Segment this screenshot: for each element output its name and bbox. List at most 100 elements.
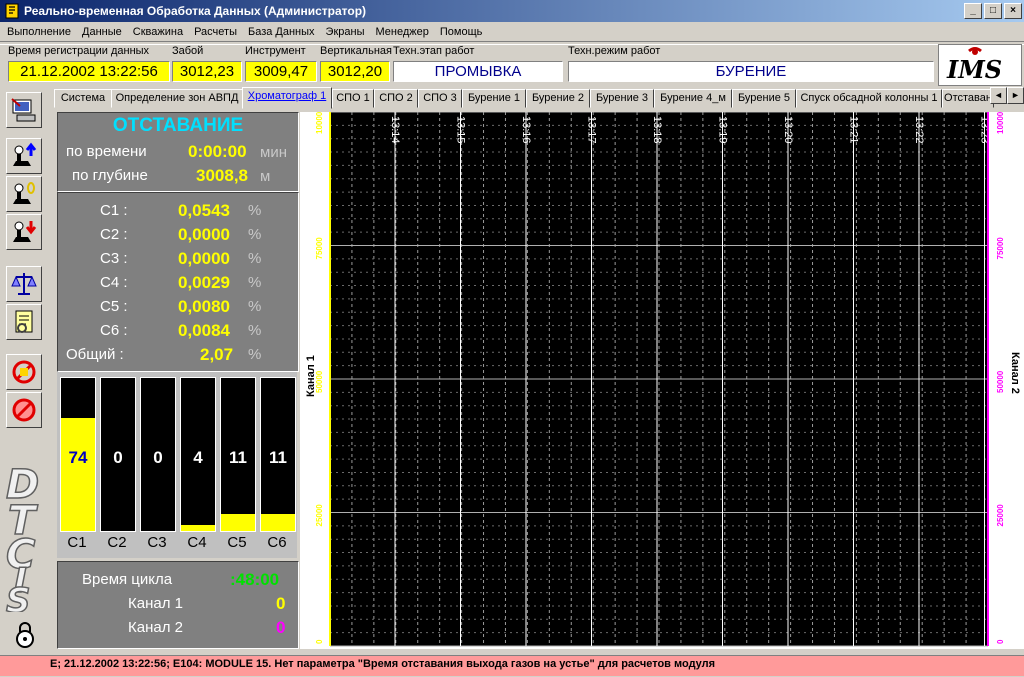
- tab-lag[interactable]: Отставан: [942, 89, 994, 108]
- bar-c6-label: C6: [267, 534, 287, 551]
- logo-text: IMS: [946, 55, 1002, 84]
- driller-up-button[interactable]: [6, 138, 42, 174]
- gas-total-value: 2,07: [200, 345, 234, 364]
- gas-c6-unit: %: [248, 322, 262, 339]
- bar-c1-value: 74: [68, 448, 88, 467]
- reg-time-label: Время регистрации данных: [8, 45, 150, 57]
- x-tick-label: 13:15: [455, 116, 467, 144]
- y-tick-label-left: 100000: [315, 112, 324, 134]
- minimize-button[interactable]: _: [964, 3, 982, 19]
- tab-spo-2[interactable]: СПО 2: [374, 89, 418, 108]
- gas-c5-label: C5 :: [100, 298, 128, 315]
- lag-depth-unit: м: [260, 168, 271, 185]
- tab-drilling-3[interactable]: Бурение 3: [590, 89, 654, 108]
- bar-c2-value: 0: [113, 448, 123, 467]
- gas-c1-label: C1 :: [100, 202, 128, 219]
- menu-manager[interactable]: Менеджер: [368, 26, 432, 38]
- stage-label: Техн.этап работ: [393, 45, 475, 57]
- tab-chromatograph-1[interactable]: Хроматограф 1: [242, 87, 332, 109]
- bar-c6-fill: [261, 514, 295, 531]
- tab-drilling-1[interactable]: Бурение 1: [462, 89, 526, 108]
- y-tick-label-right: 75000: [996, 237, 1005, 260]
- tab-casing-run-1[interactable]: Спуск обсадной колонны 1: [796, 89, 942, 108]
- mode-value: БУРЕНИЕ: [568, 61, 934, 82]
- scales-button[interactable]: [6, 266, 42, 302]
- driller-up-icon: [13, 142, 37, 166]
- dtcis-logo: D T C I S: [5, 462, 40, 612]
- menu-data[interactable]: Данные: [75, 26, 126, 38]
- y-tick-label-left: 0: [315, 639, 324, 644]
- menu-help[interactable]: Помощь: [433, 26, 487, 38]
- bottom-label: Забой: [172, 45, 204, 57]
- tab-spo-1[interactable]: СПО 1: [332, 89, 374, 108]
- menu-run[interactable]: Выполнение: [0, 26, 75, 38]
- tab-system[interactable]: Система: [54, 89, 112, 108]
- bar-c4-label: C4: [187, 534, 207, 551]
- channel-1-label: Канал 1: [128, 595, 183, 612]
- x-tick-label: 13:18: [651, 116, 663, 144]
- gas-c3-label: C3 :: [100, 250, 128, 267]
- tab-scroll-left-icon[interactable]: ◄: [990, 87, 1007, 104]
- company-logo: IMS: [938, 44, 1022, 86]
- tool-label: Инструмент: [245, 45, 306, 57]
- tab-drilling-2[interactable]: Бурение 2: [526, 89, 590, 108]
- gas-c2-label: C2 :: [100, 226, 128, 243]
- no-alarm-button[interactable]: [6, 354, 42, 390]
- menu-bar: Выполнение Данные Скважина Расчеты База …: [0, 22, 1024, 41]
- menu-calculations[interactable]: Расчеты: [187, 26, 241, 38]
- tab-scroll-right-icon[interactable]: ►: [1007, 87, 1024, 104]
- lag-panel: ОТСТАВАНИЕ по времени 0:00:00 мин по глу…: [57, 112, 299, 192]
- y-tick-label-right: 25000: [996, 504, 1005, 527]
- driller-down-button[interactable]: [6, 214, 42, 250]
- bar-c5: 11: [220, 377, 256, 532]
- stage-value: ПРОМЫВКА: [393, 61, 563, 82]
- no-sound-icon: [12, 398, 36, 422]
- y-tick-label-right: 0: [996, 639, 1005, 644]
- gas-panel: C1 : 0,0543 % C2 : 0,0000 % C3 : 0,0000 …: [57, 192, 299, 372]
- maximize-button[interactable]: □: [984, 3, 1002, 19]
- computer-icon-button[interactable]: [6, 92, 42, 128]
- bar-c4: 4: [180, 377, 216, 532]
- menu-well[interactable]: Скважина: [126, 26, 187, 38]
- bar-c4-value: 4: [193, 448, 203, 467]
- cycle-time-label: Время цикла: [82, 571, 173, 588]
- computer-icon: [11, 98, 36, 122]
- window-title: Реально-временная Обработка Данных (Адми…: [24, 4, 367, 18]
- document-tool-icon: [15, 310, 33, 333]
- document-tool-button[interactable]: [6, 304, 42, 340]
- tab-avpd[interactable]: Определение зон АВПД: [111, 89, 243, 108]
- bar-c6-value: 11: [269, 448, 287, 467]
- close-button[interactable]: ×: [1004, 3, 1022, 19]
- bar-c3: 0: [140, 377, 176, 532]
- reg-time-value: 21.12.2002 13:22:56: [8, 61, 170, 82]
- info-header: Время регистрации данных 21.12.2002 13:2…: [0, 44, 940, 84]
- mode-label: Техн.режим работ: [568, 45, 661, 57]
- bar-c6: 11: [260, 377, 296, 532]
- channel-2-value: 0: [276, 618, 286, 637]
- gas-bar-indicators: 74 0 0 4 11 11 C1 C2 C3 C4 C5 C6: [57, 372, 297, 558]
- tab-drilling-4m[interactable]: Бурение 4_м: [654, 89, 732, 108]
- gas-c3-value: 0,0000: [178, 249, 230, 268]
- cycle-panel: Время цикла :48:00 Канал 1 0 Канал 2 0: [57, 561, 299, 649]
- lock-icon[interactable]: [14, 620, 36, 648]
- bottom-value: 3012,23: [172, 61, 242, 82]
- chromatograph-chart: 0 0 25000 25000 50000 50000 75000 75000 100000 10…: [300, 107, 1024, 649]
- menu-screens[interactable]: Экраны: [319, 26, 369, 38]
- bar-c1: 74: [60, 377, 96, 532]
- tab-strip: Система Определение зон АВПД Хроматограф…: [52, 86, 1024, 109]
- x-tick-label: 13:20: [782, 116, 794, 144]
- y-tick-label-left: 75000: [315, 237, 324, 260]
- vertical-value: 3012,20: [320, 61, 390, 82]
- driller-zero-icon: [13, 182, 35, 204]
- tab-spo-3[interactable]: СПО 3: [418, 89, 462, 108]
- driller-zero-button[interactable]: [6, 176, 42, 212]
- no-sound-button[interactable]: [6, 392, 42, 428]
- tab-drilling-5[interactable]: Бурение 5: [732, 89, 796, 108]
- gas-total-unit: %: [248, 346, 262, 363]
- bar-c5-label: C5: [227, 534, 247, 551]
- menu-database[interactable]: База Данных: [241, 26, 319, 38]
- gas-total-label: Общий :: [66, 346, 124, 363]
- tool-value: 3009,47: [245, 61, 317, 82]
- lag-depth-label: по глубине: [72, 167, 148, 184]
- bar-c3-label: C3: [147, 534, 167, 551]
